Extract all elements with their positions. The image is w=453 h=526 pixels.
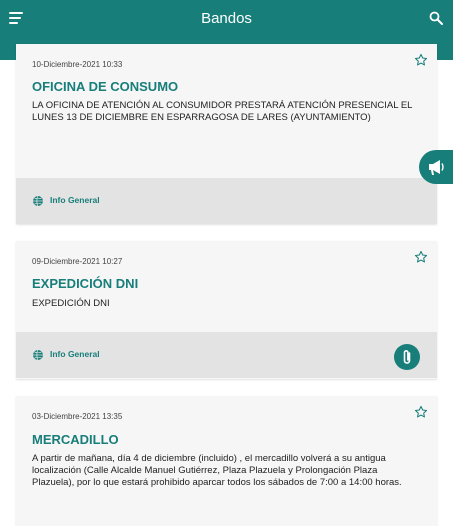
globe-icon xyxy=(32,348,44,361)
favorite-star-icon[interactable] xyxy=(414,250,428,264)
announcements-button[interactable] xyxy=(419,150,453,184)
card-body: EXPEDICIÓN DNI xyxy=(32,298,110,309)
card-body: LA OFICINA DE ATENCIÓN AL CONSUMIDOR PRE… xyxy=(32,100,413,123)
search-icon[interactable] xyxy=(429,11,443,25)
category-link[interactable]: Info General xyxy=(50,349,100,359)
bando-card[interactable]: 09-Diciembre-2021 10:27 EXPEDICIÓN DNI E… xyxy=(16,241,437,379)
card-footer: Info General xyxy=(16,178,437,224)
card-title: MERCADILLO xyxy=(32,432,119,447)
card-date: 10-Diciembre-2021 10:33 xyxy=(32,60,123,69)
card-date: 09-Diciembre-2021 10:27 xyxy=(32,257,123,266)
bando-card[interactable]: 03-Diciembre-2021 13:35 MERCADILLO A par… xyxy=(16,396,437,526)
card-footer: Info General xyxy=(16,332,437,378)
page-title: Bandos xyxy=(201,10,252,27)
paperclip-icon xyxy=(403,350,411,364)
card-date: 03-Diciembre-2021 13:35 xyxy=(32,412,123,421)
megaphone-icon xyxy=(429,160,444,175)
card-body: A partir de mañana, día 4 de diciembre (… xyxy=(32,453,402,488)
globe-icon xyxy=(32,194,44,207)
card-title: OFICINA DE CONSUMO xyxy=(32,79,179,94)
favorite-star-icon[interactable] xyxy=(414,405,428,419)
category-link[interactable]: Info General xyxy=(50,195,100,205)
favorite-star-icon[interactable] xyxy=(414,53,428,67)
bando-card[interactable]: 10-Diciembre-2021 10:33 OFICINA DE CONSU… xyxy=(16,44,437,224)
card-title: EXPEDICIÓN DNI xyxy=(32,276,139,291)
attachment-button[interactable] xyxy=(394,344,420,370)
